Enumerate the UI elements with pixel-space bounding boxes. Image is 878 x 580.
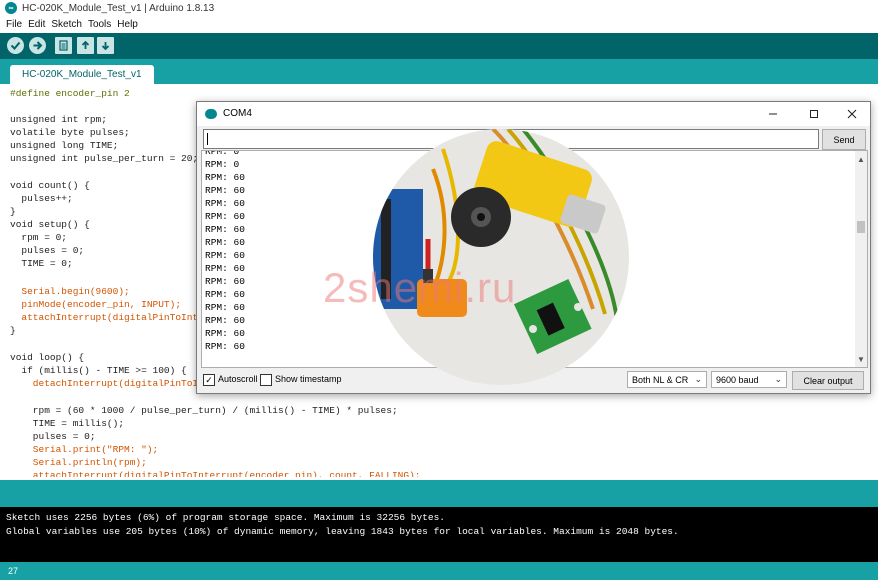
verify-icon[interactable] [7, 37, 24, 54]
menu-edit[interactable]: Edit [28, 19, 45, 30]
timestamp-label: Show timestamp [275, 374, 342, 384]
code-line: void loop() { [10, 352, 85, 363]
output-line: RPM: 60 [205, 224, 245, 235]
chevron-down-icon: ⌄ [774, 374, 782, 384]
output-line: RPM: 60 [205, 315, 245, 326]
output-line: RPM: 60 [205, 185, 245, 196]
code-line: detachInterrupt(digitalPinToIn [10, 378, 204, 389]
output-line: RPM: 60 [205, 341, 245, 352]
code-line: Serial.begin(9600); [10, 286, 130, 297]
toolbar [0, 33, 878, 59]
code-line: pulses++; [10, 193, 73, 204]
watermark: 2shemi.ru [323, 264, 517, 311]
code-line: Serial.print("RPM: "); [10, 444, 159, 455]
maximize-icon[interactable] [805, 105, 823, 123]
line-number: 27 [8, 566, 19, 576]
tab-sketch[interactable]: HC-020K_Module_Test_v1 [10, 65, 154, 84]
output-line: RPM: 60 [205, 211, 245, 222]
code-line: volatile byte pulses; [10, 127, 130, 138]
timestamp-checkbox[interactable] [260, 374, 272, 386]
output-line: RPM: 60 [205, 250, 245, 261]
console-line: Sketch uses 2256 bytes (6%) of program s… [6, 512, 445, 523]
code-line: pulses = 0; [10, 431, 96, 442]
code-line: } [10, 325, 16, 336]
close-icon[interactable] [843, 105, 861, 123]
code-line: attachInterrupt(digitalPinToInterrupt(en… [10, 470, 421, 477]
menu-tools[interactable]: Tools [88, 19, 111, 30]
code-line: if (millis() - TIME >= 100) { [10, 365, 187, 376]
open-icon[interactable] [77, 37, 94, 54]
clear-output-button[interactable]: Clear output [792, 371, 864, 390]
output-line: RPM: 0 [205, 159, 240, 170]
chevron-down-icon: ⌄ [694, 374, 702, 384]
line-ending-value: Both NL & CR [632, 374, 689, 385]
autoscroll-label: Autoscroll [218, 374, 258, 384]
output-line: RPM: 60 [205, 263, 245, 274]
code-line: #define encoder_pin 2 [10, 88, 130, 99]
status-bar: 27 [0, 562, 878, 580]
code-line: unsigned int pulse_per_turn = 20; [10, 153, 199, 164]
window-title: HC-020K_Module_Test_v1 | Arduino 1.8.13 [22, 2, 215, 14]
output-line: RPM: 60 [205, 237, 245, 248]
code-line: } [10, 206, 16, 217]
output-line: RPM: 60 [205, 198, 245, 209]
window-title-bar: ∞ HC-020K_Module_Test_v1 | Arduino 1.8.1… [0, 0, 878, 16]
baud-rate-select[interactable]: 9600 baud ⌄ [711, 371, 787, 388]
encoder-module-photo [373, 129, 629, 385]
line-ending-select[interactable]: Both NL & CR ⌄ [627, 371, 707, 388]
arduino-logo-icon: ∞ [5, 2, 17, 14]
tab-bar: HC-020K_Module_Test_v1 [0, 59, 878, 84]
serial-monitor-title-bar: COM4 [197, 102, 870, 126]
minimize-icon[interactable] [764, 105, 782, 123]
code-line: void count() { [10, 180, 90, 191]
save-icon[interactable] [97, 37, 114, 54]
autoscroll-checkbox[interactable]: ✓ [203, 374, 215, 386]
code-line: unsigned int rpm; [10, 114, 107, 125]
output-line: RPM: 0 [205, 150, 240, 157]
code-line: TIME = millis(); [10, 418, 125, 429]
menu-sketch[interactable]: Sketch [51, 19, 82, 30]
output-line: RPM: 60 [205, 276, 245, 287]
code-line: TIME = 0; [10, 258, 73, 269]
code-line: Serial.println(rpm); [10, 457, 147, 468]
output-line: RPM: 60 [205, 302, 245, 313]
scroll-up-icon[interactable]: ▲ [855, 153, 867, 165]
arduino-logo-icon [205, 109, 217, 119]
menu-file[interactable]: File [6, 19, 22, 30]
scrollbar-thumb[interactable] [857, 221, 865, 233]
console-line: Global variables use 205 bytes (10%) of … [6, 526, 679, 537]
code-line: unsigned long TIME; [10, 140, 119, 151]
code-line: rpm = 0; [10, 232, 68, 243]
console-header [0, 480, 878, 507]
output-scrollbar[interactable]: ▲ ▼ [855, 151, 867, 367]
output-line: RPM: 60 [205, 289, 245, 300]
scroll-down-icon[interactable]: ▼ [855, 353, 867, 365]
code-line: attachInterrupt(digitalPinToInte [10, 312, 204, 323]
code-line: void setup() { [10, 219, 90, 230]
console-output: Sketch uses 2256 bytes (6%) of program s… [0, 507, 878, 562]
code-line: rpm = (60 * 1000 / pulse_per_turn) / (mi… [10, 405, 398, 416]
serial-monitor-title: COM4 [223, 108, 252, 119]
baud-rate-value: 9600 baud [716, 374, 759, 385]
text-caret [207, 133, 208, 145]
code-line: pulses = 0; [10, 245, 85, 256]
output-line: RPM: 60 [205, 172, 245, 183]
code-line: pinMode(encoder_pin, INPUT); [10, 299, 182, 310]
new-icon[interactable] [55, 37, 72, 54]
send-button[interactable]: Send [822, 129, 866, 150]
upload-icon[interactable] [29, 37, 46, 54]
menu-help[interactable]: Help [117, 19, 138, 30]
menu-bar: File Edit Sketch Tools Help [0, 16, 878, 32]
output-line: RPM: 60 [205, 328, 245, 339]
